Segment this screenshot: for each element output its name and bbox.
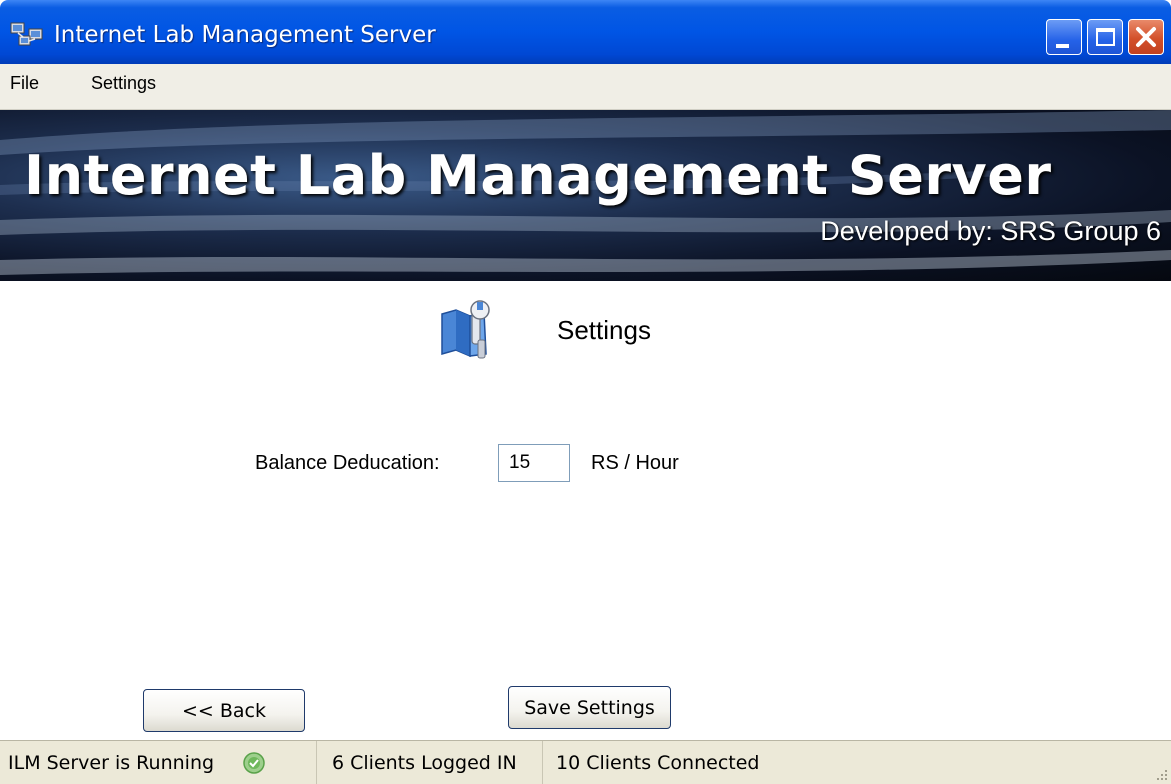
menu-settings[interactable]: Settings [91,73,156,94]
balance-unit-label: RS / Hour [591,452,679,474]
close-button[interactable] [1128,19,1164,55]
minimize-button[interactable] [1046,19,1082,55]
banner-subtitle: Developed by: SRS Group 6 [820,216,1161,246]
settings-tools-icon [441,300,490,359]
balance-deduction-label: Balance Deducation: [255,452,440,474]
banner-title: Internet Lab Management Server [24,144,1052,207]
status-connected-segment: 10 Clients Connected [543,741,1171,784]
window-title: Internet Lab Management Server [54,22,436,48]
status-server-segment: ILM Server is Running [0,741,317,784]
check-circle-icon [243,752,265,774]
header-banner: Internet Lab Management Server Developed… [0,110,1171,281]
menu-bar: File Settings [0,64,1171,110]
balance-deduction-input[interactable] [498,444,570,482]
app-window: Internet Lab Management Server File Sett… [0,0,1171,784]
status-bar: ILM Server is Running 6 Clients Logged I… [0,740,1171,784]
back-button[interactable]: << Back [143,689,305,732]
server-status-text: ILM Server is Running [8,752,215,774]
resize-grip-icon[interactable] [1155,768,1169,782]
page-title: Settings [557,315,651,345]
save-settings-button[interactable]: Save Settings [508,686,671,729]
status-logged-in-segment: 6 Clients Logged IN [317,741,543,784]
minimize-icon [1056,44,1069,48]
maximize-button[interactable] [1087,19,1123,55]
connected-count: 10 Clients Connected [556,752,760,774]
close-icon [1136,27,1156,47]
network-computers-icon [10,22,43,46]
maximize-icon [1096,28,1115,46]
title-bar[interactable]: Internet Lab Management Server [0,0,1171,64]
logged-in-count: 6 Clients Logged IN [332,752,517,774]
menu-file[interactable]: File [10,73,39,94]
